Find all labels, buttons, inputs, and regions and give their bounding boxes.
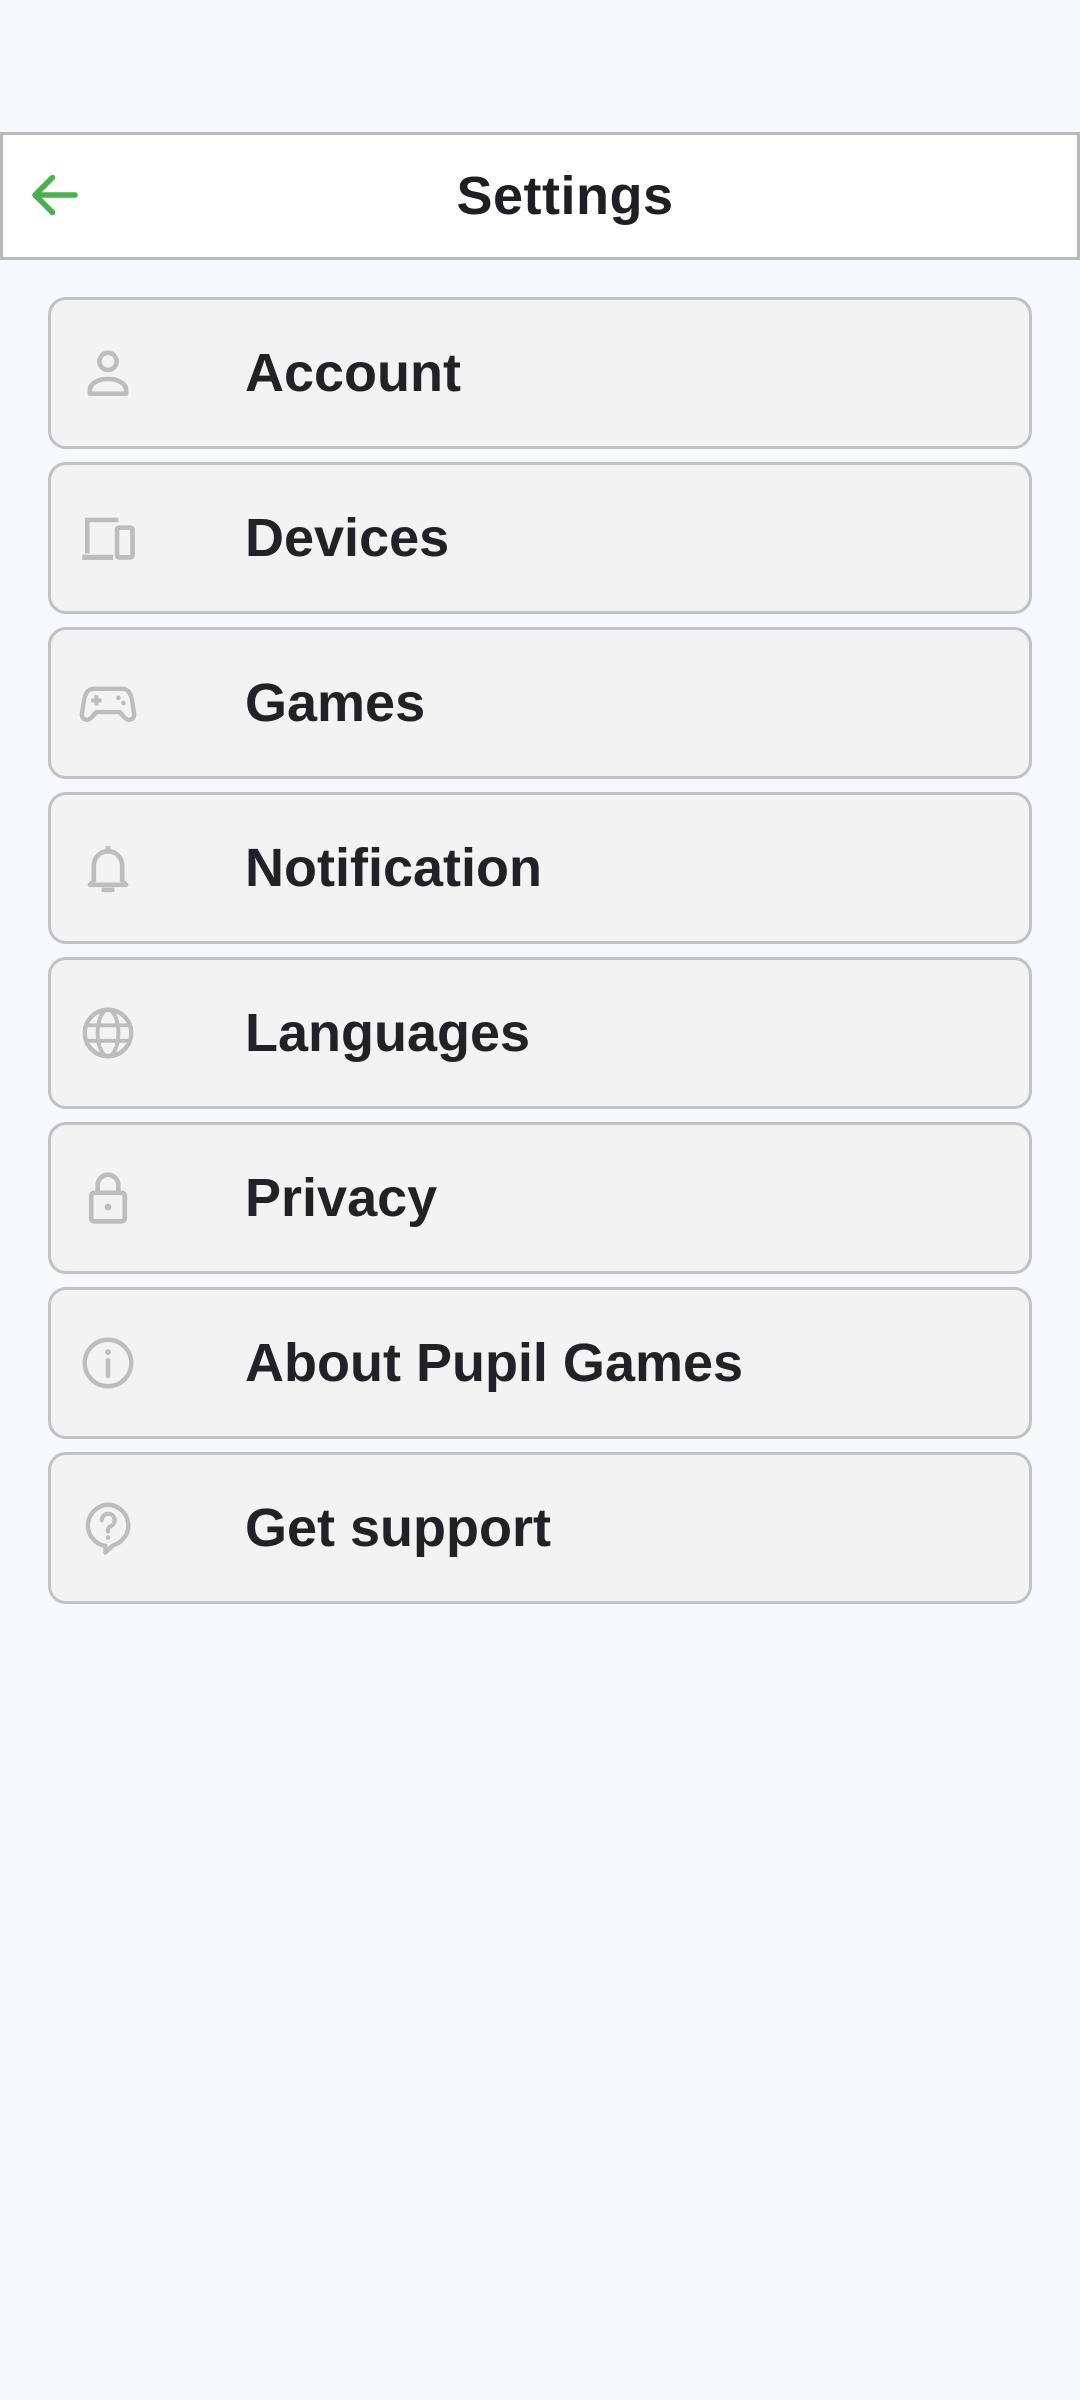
- settings-item-label: Languages: [245, 1003, 531, 1063]
- settings-item-label: Games: [245, 673, 426, 733]
- settings-item-notification[interactable]: Notification: [48, 792, 1032, 944]
- settings-item-account[interactable]: Account: [48, 297, 1032, 449]
- help-icon: [77, 1497, 139, 1559]
- devices-icon: [77, 507, 139, 569]
- info-icon: [77, 1332, 139, 1394]
- settings-item-devices[interactable]: Devices: [48, 462, 1032, 614]
- globe-icon: [77, 1002, 139, 1064]
- settings-list: Account Devices Games Notification Langu…: [48, 297, 1032, 1617]
- settings-item-label: Devices: [245, 508, 450, 568]
- page-title: Settings: [456, 166, 674, 226]
- lock-icon: [77, 1167, 139, 1229]
- gamepad-icon: [77, 672, 139, 734]
- settings-item-about[interactable]: About Pupil Games: [48, 1287, 1032, 1439]
- status-bar-area: [0, 0, 1080, 132]
- settings-item-label: About Pupil Games: [245, 1333, 744, 1393]
- settings-item-label: Notification: [245, 838, 542, 898]
- settings-item-label: Get support: [245, 1498, 551, 1558]
- settings-item-label: Account: [245, 343, 461, 403]
- settings-item-privacy[interactable]: Privacy: [48, 1122, 1032, 1274]
- settings-item-support[interactable]: Get support: [48, 1452, 1032, 1604]
- settings-item-label: Privacy: [245, 1168, 438, 1228]
- person-icon: [77, 342, 139, 404]
- settings-item-languages[interactable]: Languages: [48, 957, 1032, 1109]
- app-bar: Settings: [0, 132, 1080, 260]
- settings-item-games[interactable]: Games: [48, 627, 1032, 779]
- bell-icon: [77, 837, 139, 899]
